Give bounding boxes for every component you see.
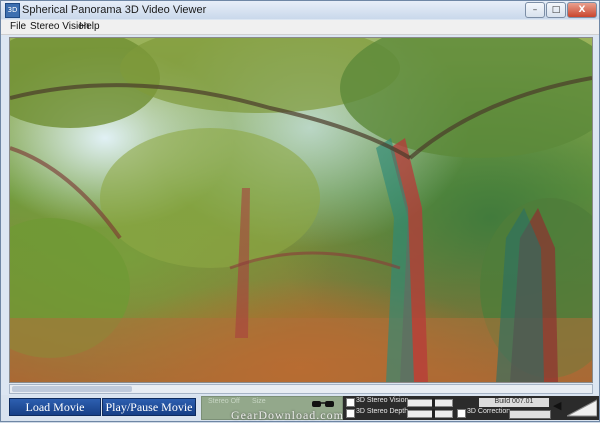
stereo-vision-checkbox[interactable] <box>346 398 355 407</box>
title-bar[interactable]: 3D Spherical Panorama 3D Video Viewer – … <box>1 1 599 19</box>
build-label: Build 007.01 <box>479 398 549 407</box>
correction-checkbox[interactable] <box>457 409 466 418</box>
correction-label: 3D Correction <box>467 408 511 415</box>
menu-bar: File Stereo Vision Help <box>1 20 599 35</box>
watermark-text: GearDownload.com <box>231 408 344 422</box>
stereo-settings-panel: 3D Stereo Vision 3D Stereo Depth 3D Corr… <box>343 396 599 420</box>
menu-help[interactable]: Help <box>79 21 100 32</box>
stereo-vision-label: 3D Stereo Vision <box>356 397 409 404</box>
close-button[interactable]: X <box>567 2 597 18</box>
correction-level-bar[interactable] <box>509 410 551 419</box>
stereo-depth-checkbox[interactable] <box>346 409 355 418</box>
app-icon[interactable]: 3D <box>5 3 20 18</box>
app-window: 3D Spherical Panorama 3D Video Viewer – … <box>0 0 600 422</box>
size-label[interactable]: Size <box>252 398 266 405</box>
stereo-vision-slider-knob[interactable] <box>432 398 436 407</box>
maximize-button[interactable]: □ <box>546 2 566 18</box>
seek-scrollbar[interactable] <box>9 384 593 394</box>
seek-thumb[interactable] <box>12 386 132 392</box>
play-pause-button[interactable]: Play/Pause Movie <box>102 398 196 416</box>
forest-image <box>10 38 592 382</box>
stereo-depth-slider[interactable] <box>407 409 453 418</box>
load-movie-button[interactable]: Load Movie <box>9 398 101 416</box>
stereo-depth-label: 3D Stereo Depth <box>356 408 409 415</box>
volume-slider[interactable] <box>567 399 597 417</box>
window-title: Spherical Panorama 3D Video Viewer <box>22 4 207 16</box>
stereo-depth-slider-knob[interactable] <box>432 409 436 418</box>
menu-file[interactable]: File <box>10 21 26 32</box>
speaker-icon[interactable]: ◀ <box>553 399 561 412</box>
video-viewport[interactable] <box>9 37 593 383</box>
minimize-button[interactable]: – <box>525 2 545 18</box>
stereo-off-label[interactable]: Stereo Off <box>208 398 240 405</box>
stereo-vision-slider[interactable] <box>407 398 453 407</box>
